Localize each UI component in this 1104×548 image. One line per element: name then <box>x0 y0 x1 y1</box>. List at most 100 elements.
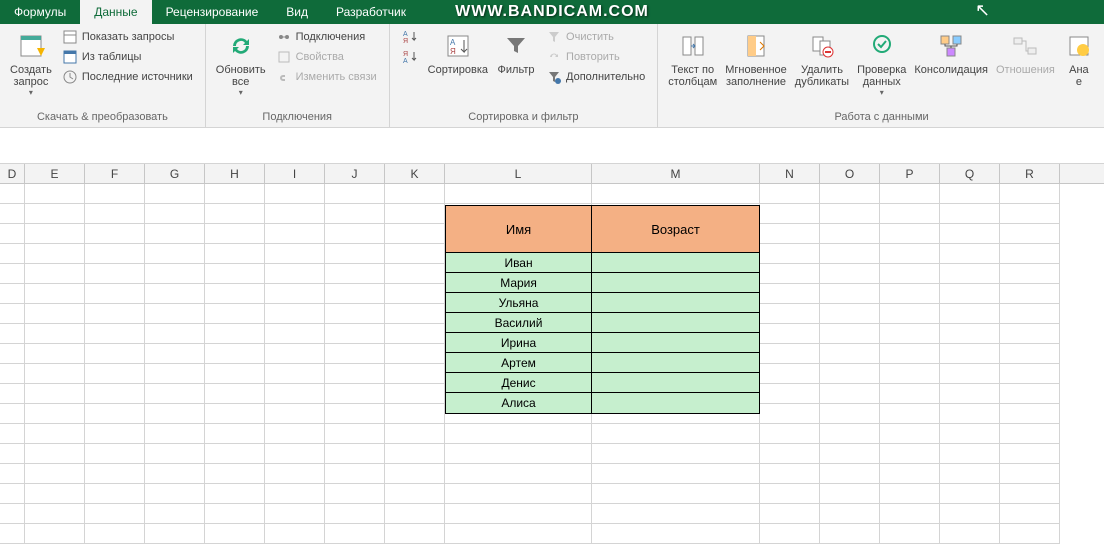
grid-cell[interactable] <box>25 204 85 224</box>
grid-cell[interactable] <box>85 244 145 264</box>
grid-cell[interactable] <box>1000 384 1060 404</box>
grid-cell[interactable] <box>445 504 592 524</box>
edit-links-button[interactable]: Изменить связи <box>274 68 379 86</box>
grid-cell[interactable] <box>1000 284 1060 304</box>
grid-cell[interactable] <box>760 504 820 524</box>
grid-cell[interactable] <box>265 284 325 304</box>
grid-cell[interactable] <box>0 364 25 384</box>
grid-cell[interactable] <box>325 504 385 524</box>
grid-cell[interactable] <box>880 344 940 364</box>
grid-cell[interactable] <box>0 204 25 224</box>
grid-cell[interactable] <box>1000 184 1060 204</box>
grid-cell[interactable] <box>880 284 940 304</box>
grid-cell[interactable] <box>205 184 265 204</box>
grid-cell[interactable] <box>760 244 820 264</box>
grid-cell[interactable] <box>325 184 385 204</box>
grid-cell[interactable] <box>145 384 205 404</box>
grid-cell[interactable] <box>760 464 820 484</box>
grid-cell[interactable] <box>25 264 85 284</box>
table-cell-age[interactable] <box>592 273 759 293</box>
grid-cell[interactable] <box>0 444 25 464</box>
table-cell-age[interactable] <box>592 353 759 373</box>
col-header[interactable]: D <box>0 164 25 183</box>
grid-cell[interactable] <box>145 324 205 344</box>
grid-cell[interactable] <box>0 384 25 404</box>
col-header[interactable]: O <box>820 164 880 183</box>
grid-cell[interactable] <box>385 344 445 364</box>
grid-cell[interactable] <box>880 184 940 204</box>
grid-cell[interactable] <box>385 224 445 244</box>
col-header[interactable]: F <box>85 164 145 183</box>
grid-cell[interactable] <box>940 264 1000 284</box>
grid-cell[interactable] <box>265 204 325 224</box>
grid-cell[interactable] <box>25 304 85 324</box>
grid-cell[interactable] <box>25 464 85 484</box>
grid-cell[interactable] <box>265 264 325 284</box>
grid-cell[interactable] <box>0 264 25 284</box>
grid-cell[interactable] <box>760 364 820 384</box>
grid-cell[interactable] <box>940 324 1000 344</box>
grid-cell[interactable] <box>205 264 265 284</box>
col-header[interactable]: R <box>1000 164 1060 183</box>
grid-cell[interactable] <box>85 444 145 464</box>
grid-cell[interactable] <box>145 264 205 284</box>
grid-cell[interactable] <box>1000 424 1060 444</box>
grid-cell[interactable] <box>0 404 25 424</box>
grid-row[interactable] <box>0 444 1104 464</box>
grid-cell[interactable] <box>265 324 325 344</box>
table-cell-age[interactable] <box>592 373 759 393</box>
grid-cell[interactable] <box>85 524 145 544</box>
grid-cell[interactable] <box>880 364 940 384</box>
grid-cell[interactable] <box>385 384 445 404</box>
column-headers[interactable]: D E F G H I J K L M N O P Q R <box>0 164 1104 184</box>
grid-cell[interactable] <box>145 244 205 264</box>
grid-cell[interactable] <box>265 384 325 404</box>
grid-cell[interactable] <box>760 524 820 544</box>
grid-cell[interactable] <box>265 344 325 364</box>
grid-cell[interactable] <box>25 444 85 464</box>
grid-cell[interactable] <box>385 304 445 324</box>
grid-cell[interactable] <box>880 304 940 324</box>
grid-cell[interactable] <box>820 364 880 384</box>
grid-cell[interactable] <box>385 364 445 384</box>
grid-row[interactable] <box>0 424 1104 444</box>
grid-cell[interactable] <box>265 244 325 264</box>
grid-row[interactable] <box>0 484 1104 504</box>
grid-cell[interactable] <box>880 484 940 504</box>
table-row[interactable]: Алиса <box>446 393 759 413</box>
grid-cell[interactable] <box>940 504 1000 524</box>
table-cell-name[interactable]: Алиса <box>446 393 592 413</box>
grid-cell[interactable] <box>940 524 1000 544</box>
grid-cell[interactable] <box>0 464 25 484</box>
grid-cell[interactable] <box>85 324 145 344</box>
grid-cell[interactable] <box>145 484 205 504</box>
grid-row[interactable] <box>0 504 1104 524</box>
grid-cell[interactable] <box>325 404 385 424</box>
col-header[interactable]: H <box>205 164 265 183</box>
grid-cell[interactable] <box>325 284 385 304</box>
grid-cell[interactable] <box>85 344 145 364</box>
table-row[interactable]: Артем <box>446 353 759 373</box>
grid-cell[interactable] <box>205 284 265 304</box>
table-cell-age[interactable] <box>592 253 759 273</box>
col-header[interactable]: K <box>385 164 445 183</box>
grid-cell[interactable] <box>25 404 85 424</box>
grid-cell[interactable] <box>1000 324 1060 344</box>
grid-cell[interactable] <box>760 444 820 464</box>
grid-cell[interactable] <box>940 384 1000 404</box>
grid-cell[interactable] <box>940 464 1000 484</box>
table-row[interactable]: Мария <box>446 273 759 293</box>
grid-cell[interactable] <box>820 284 880 304</box>
grid-cell[interactable] <box>205 444 265 464</box>
grid-cell[interactable] <box>1000 344 1060 364</box>
grid-cell[interactable] <box>265 484 325 504</box>
grid-cell[interactable] <box>25 484 85 504</box>
grid-cell[interactable] <box>880 424 940 444</box>
grid-cell[interactable] <box>1000 204 1060 224</box>
grid-cell[interactable] <box>940 484 1000 504</box>
grid-cell[interactable] <box>940 364 1000 384</box>
grid-cell[interactable] <box>940 404 1000 424</box>
grid-row[interactable] <box>0 464 1104 484</box>
col-header[interactable]: L <box>445 164 592 183</box>
grid-cell[interactable] <box>145 284 205 304</box>
